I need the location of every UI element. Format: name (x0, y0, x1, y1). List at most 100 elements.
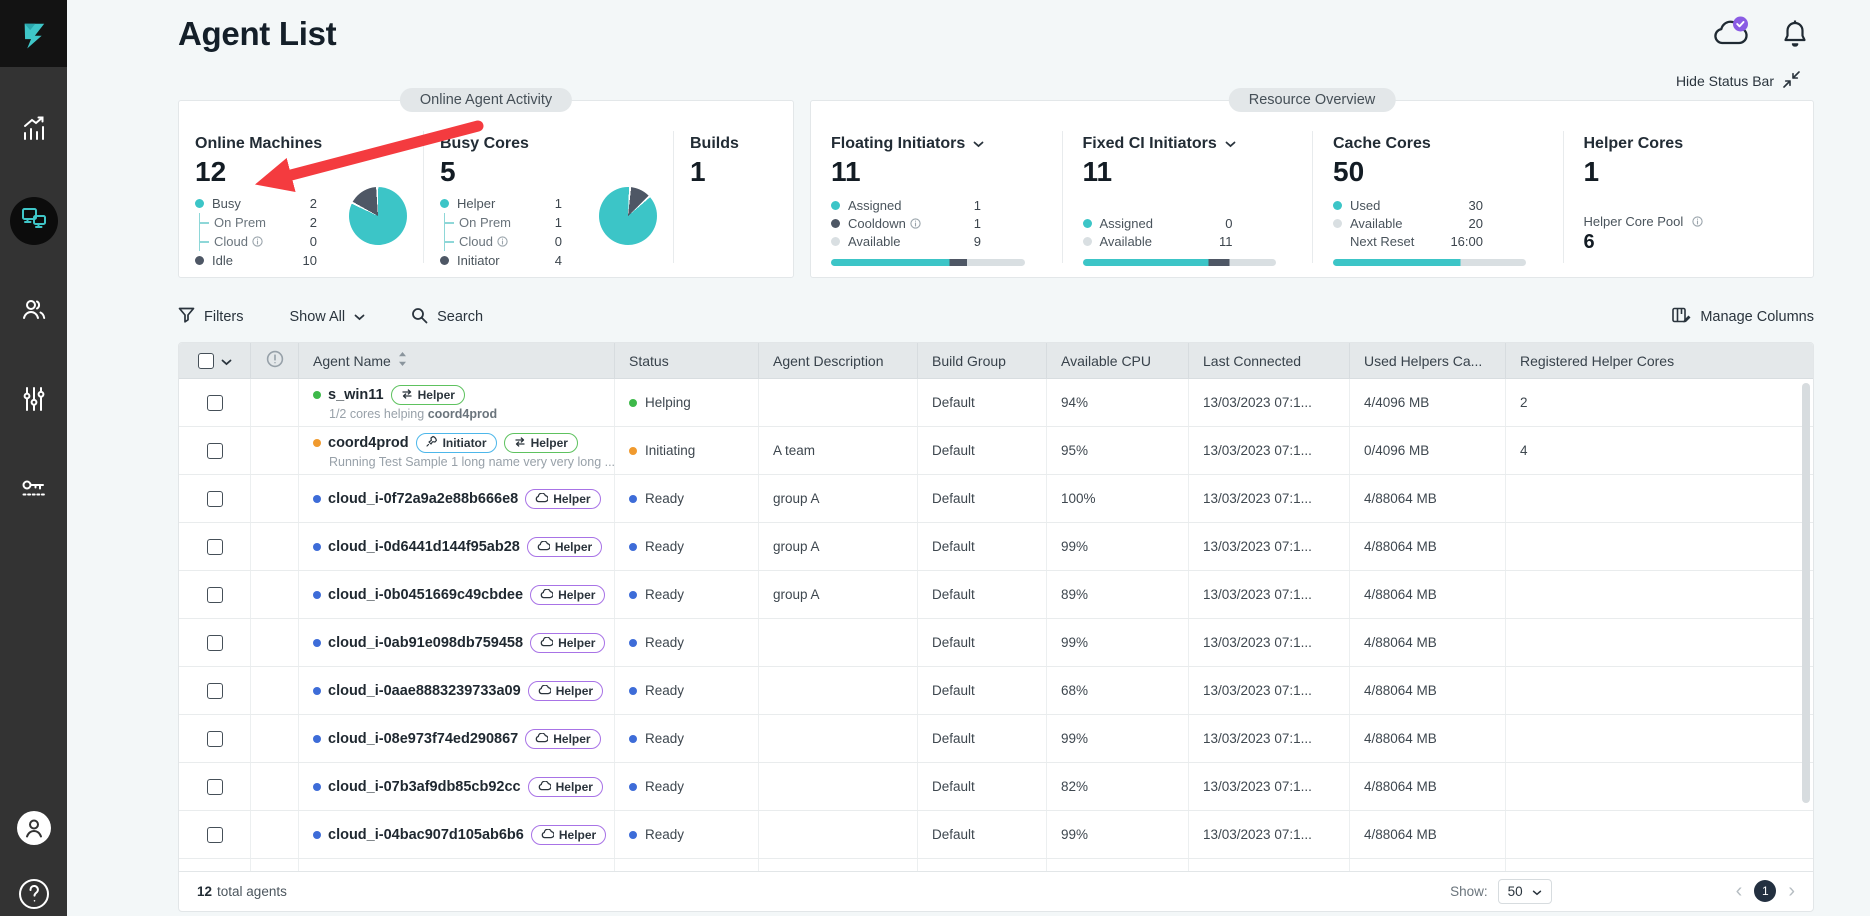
prev-page-button[interactable]: ‹ (1736, 881, 1743, 901)
table-row[interactable]: cloud_i-0ab91e098db759458 Helper Ready Defa… (179, 619, 1813, 667)
filters-button[interactable]: Filters (178, 307, 243, 327)
table-row[interactable]: s_win11Helper1/2 cores helping coord4pro… (179, 379, 1813, 427)
table-row[interactable]: cloud_i-0aae8883239733a09HelperReadyDefa… (179, 667, 1813, 715)
sort-icon[interactable] (398, 352, 407, 369)
sidebar-item-settings[interactable] (10, 377, 58, 425)
last-connected-cell: 13/03/2023 07:1... (1189, 811, 1350, 858)
status-label: Initiating (645, 443, 695, 458)
filter-funnel-icon (178, 307, 195, 327)
description-cell: group A (759, 571, 918, 618)
agent-name: cloud_i-07b3af9db85cb92cc (328, 779, 521, 795)
row-checkbox[interactable] (207, 587, 223, 603)
cpu-cell: 99% (1047, 619, 1189, 666)
table-footer: 12 total agents Show: 50 ‹ 1 › (179, 871, 1813, 911)
table-row[interactable]: cloud_i-07b3af9db85cb92cc Helper Ready Defa… (179, 763, 1813, 811)
description-cell (759, 619, 918, 666)
row-checkbox[interactable] (207, 731, 223, 747)
cache-bar (1333, 259, 1526, 266)
swap-icon (514, 436, 526, 450)
status-dot (629, 687, 637, 695)
sidebar-item-users[interactable] (10, 287, 58, 335)
status-dot (629, 831, 637, 839)
row-checkbox[interactable] (207, 491, 223, 507)
helper-cores-title: Helper Cores (1584, 135, 1804, 153)
search-button[interactable]: Search (411, 307, 483, 328)
row-checkbox[interactable] (207, 539, 223, 555)
badge-helper: Helper (528, 777, 603, 797)
status-label: Ready (645, 491, 684, 506)
last-connected-cell: 13/03/2023 07:1... (1189, 619, 1350, 666)
busy-cores-pie (599, 187, 657, 245)
swap-icon (401, 388, 413, 402)
agent-name: cloud_i-0ab91e098db759458 (328, 635, 523, 651)
table-row[interactable]: coord4prodInitiatorHelperRunning Test Sa… (179, 427, 1813, 475)
row-checkbox[interactable] (207, 827, 223, 843)
manage-columns-icon (1672, 307, 1691, 328)
status-label: Ready (645, 635, 684, 650)
row-checkbox[interactable] (207, 395, 223, 411)
status-cell: Helping (615, 379, 759, 426)
floating-initiators-title[interactable]: Floating Initiators (831, 135, 1052, 153)
helper-dot (440, 199, 449, 208)
cpu-cell: 100% (1047, 475, 1189, 522)
next-page-button[interactable]: › (1788, 881, 1795, 901)
select-all-header[interactable] (179, 343, 251, 378)
badge-helper: Helper (528, 681, 603, 701)
hide-status-bar-button[interactable]: Hide Status Bar (1676, 71, 1800, 91)
cloud-icon (535, 732, 548, 746)
build-group-cell: Default (918, 763, 1047, 810)
user-avatar-button[interactable] (10, 810, 58, 851)
builds-stat: Builds 1 (673, 131, 793, 263)
row-checkbox[interactable] (207, 443, 223, 459)
badge-helper: Helper (530, 585, 605, 605)
description-cell (759, 763, 918, 810)
table-row[interactable]: cloud_i-0b0451669c49cbdeeHelperReadygrou… (179, 571, 1813, 619)
status-cell: Ready (615, 763, 759, 810)
fixed-ci-initiators-title[interactable]: Fixed CI Initiators (1083, 135, 1303, 153)
manage-columns-button[interactable]: Manage Columns (1672, 307, 1814, 328)
incredibuild-logo[interactable] (0, 0, 67, 67)
agent-rows: s_win11Helper1/2 cores helping coord4pro… (179, 379, 1813, 859)
show-all-dropdown[interactable]: Show All (289, 309, 365, 325)
chevron-down-icon (354, 309, 365, 325)
cloud-status-icon[interactable] (1710, 16, 1752, 55)
agent-name-cell: cloud_i-08e973f74ed290867Helper (299, 715, 615, 762)
sidebar-item-license[interactable] (10, 467, 58, 515)
help-button[interactable] (10, 877, 58, 916)
column-header-agent-name[interactable]: Agent Name (299, 343, 615, 378)
row-checkbox[interactable] (207, 683, 223, 699)
page-size-select[interactable]: 50 (1498, 879, 1552, 904)
description-cell: A team (759, 427, 918, 474)
registered-cores-cell (1506, 811, 1813, 858)
chevron-down-icon[interactable] (221, 353, 232, 369)
sidebar-item-performance[interactable] (10, 107, 58, 155)
build-group-cell: Default (918, 619, 1047, 666)
badge-helper: Helper (527, 537, 602, 557)
current-page[interactable]: 1 (1754, 880, 1776, 902)
badge-helper: Helper (530, 633, 605, 653)
table-row[interactable]: cloud_i-0d6441d144f95ab28HelperReadygrou… (179, 523, 1813, 571)
cloud-icon (537, 540, 550, 554)
user-avatar-icon (16, 810, 52, 851)
online-agent-activity-card: Online Agent Activity Online Machines 12… (178, 100, 794, 278)
description-cell (759, 667, 918, 714)
status-label: Ready (645, 587, 684, 602)
build-group-cell: Default (918, 523, 1047, 570)
agent-status-dot (313, 831, 321, 839)
table-row[interactable]: cloud_i-04bac907d105ab6b6HelperReadyDefa… (179, 811, 1813, 859)
sidebar-item-agents[interactable] (10, 197, 58, 245)
cache-cores-title: Cache Cores (1333, 135, 1553, 153)
build-group-cell: Default (918, 379, 1047, 426)
badge-helper: Helper (525, 489, 600, 509)
select-all-checkbox[interactable] (198, 353, 214, 369)
column-header-cpu: Available CPU (1047, 343, 1189, 378)
table-scrollbar[interactable] (1802, 383, 1810, 803)
status-dot (629, 639, 637, 647)
table-row[interactable]: cloud_i-0f72a9a2e88b666e8HelperReadygrou… (179, 475, 1813, 523)
badge-initiator: Initiator (416, 433, 497, 453)
row-checkbox[interactable] (207, 779, 223, 795)
notifications-bell-icon[interactable] (1782, 18, 1808, 54)
row-checkbox[interactable] (207, 635, 223, 651)
table-row[interactable]: cloud_i-08e973f74ed290867HelperReadyDefa… (179, 715, 1813, 763)
agent-status-dot (313, 391, 321, 399)
